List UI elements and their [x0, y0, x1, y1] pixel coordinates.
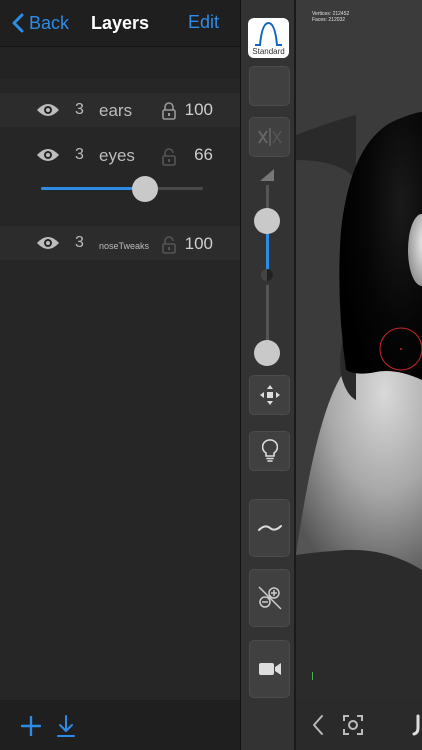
3d-viewport[interactable]: Vertices: 212452 Faces: 212032 [296, 0, 422, 700]
mask-tool-button[interactable] [249, 569, 290, 627]
layer-value: 100 [184, 100, 213, 119]
navbar: Back Layers Edit [0, 0, 240, 46]
material-curve-icon [255, 21, 282, 46]
brush-size-icon [260, 169, 274, 181]
sculpt-model [296, 112, 422, 700]
faces-label: Faces: [312, 17, 328, 23]
material-slot-button[interactable] [249, 66, 290, 106]
tool-strip: Standard [240, 0, 295, 750]
viewport-bottom-bar [296, 700, 422, 750]
intensity-slider-thumb[interactable] [254, 340, 280, 367]
layer-value: 66 [194, 145, 213, 164]
lock-open-icon[interactable] [161, 236, 177, 254]
layer-count: 3 [75, 101, 84, 118]
slider-thumb[interactable] [131, 176, 158, 202]
layers-header [0, 47, 240, 79]
frame-view-icon[interactable] [343, 715, 363, 735]
bottom-bar [0, 700, 240, 750]
undo-icon[interactable] [412, 714, 422, 736]
layer-name: noseTweaks [99, 241, 150, 251]
download-icon[interactable] [56, 714, 76, 738]
slider-fill [41, 187, 145, 190]
layer-row-nosetweaks[interactable]: 3 noseTweaks 100 [0, 226, 240, 260]
edit-button[interactable]: Edit [188, 12, 219, 33]
camera-icon [258, 663, 281, 675]
mask-add-remove-icon [257, 586, 282, 610]
add-layer-icon[interactable] [21, 716, 41, 736]
lightbulb-icon [261, 439, 278, 462]
move-tool-button[interactable] [249, 375, 290, 415]
back-label: Back [29, 12, 70, 33]
layer-count: 3 [75, 234, 84, 251]
stroke-icon [257, 525, 282, 531]
symmetry-button[interactable] [249, 117, 290, 157]
size-slider-thumb[interactable] [254, 208, 280, 234]
eye-icon[interactable] [36, 147, 60, 163]
eye-icon[interactable] [36, 235, 60, 251]
material-label: Standard [252, 47, 285, 56]
layers-panel: Back Layers Edit 3 ears 100 3 eyes 66 3 … [0, 0, 240, 750]
intensity-icon [261, 269, 273, 281]
faces-count: 212032 [328, 17, 346, 23]
layer-opacity-slider[interactable] [41, 176, 203, 202]
move-icon [259, 385, 280, 405]
chevron-left-icon[interactable] [312, 714, 324, 736]
layer-row-ears[interactable]: 3 ears 100 [0, 93, 240, 127]
layer-count: 3 [75, 146, 84, 163]
symmetry-icon [257, 128, 282, 146]
layer-name: eyes [99, 146, 135, 165]
chevron-left-icon [12, 13, 24, 33]
stroke-tool-button[interactable] [249, 499, 290, 557]
back-button[interactable]: Back [12, 10, 69, 36]
material-button[interactable]: Standard [248, 18, 289, 58]
eye-icon[interactable] [36, 102, 60, 118]
light-tool-button[interactable] [249, 431, 290, 471]
lock-closed-icon[interactable] [161, 102, 177, 120]
camera-tool-button[interactable] [249, 640, 290, 698]
lock-open-icon[interactable] [161, 148, 177, 166]
mesh-stats: Vertices: 212452 Faces: 212032 [312, 11, 349, 23]
layer-name: ears [99, 101, 133, 120]
layer-value: 100 [184, 234, 213, 253]
